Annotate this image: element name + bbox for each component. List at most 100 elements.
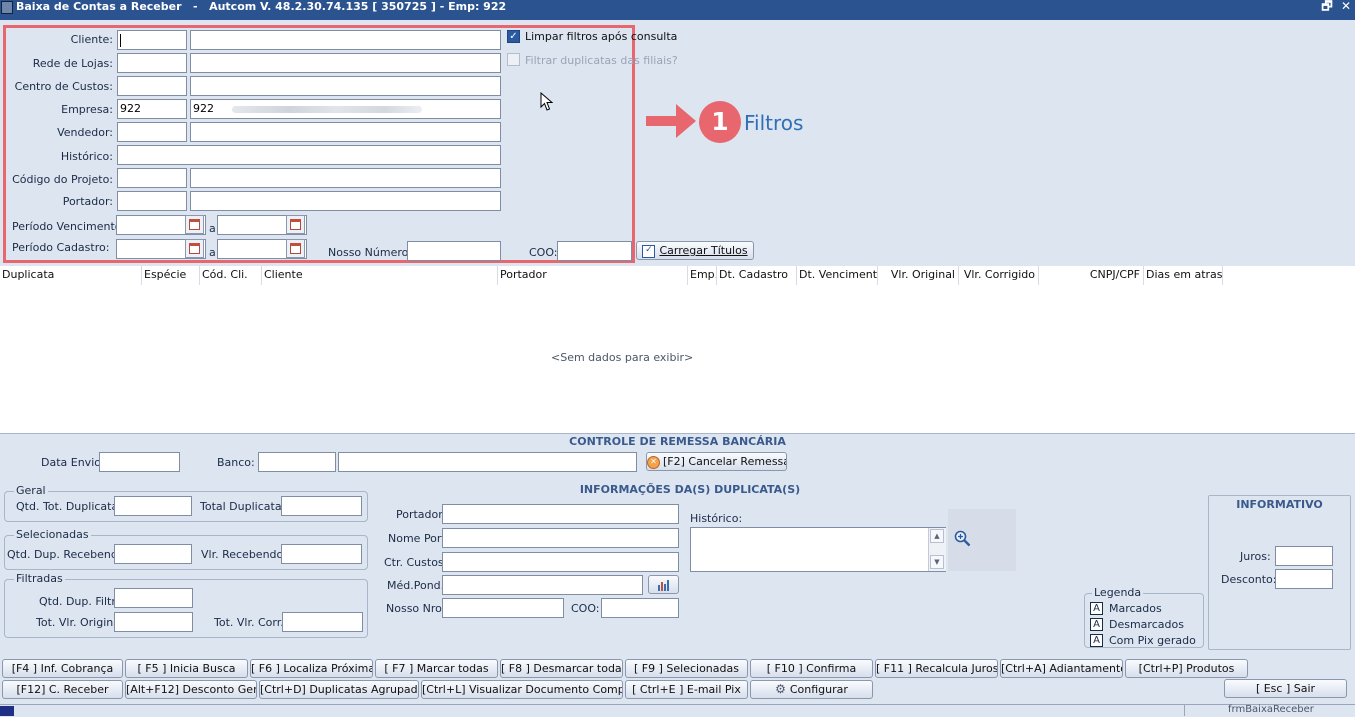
filtrar-filiais-checkbox[interactable] — [507, 53, 520, 66]
scroll-down-icon[interactable]: ▼ — [930, 555, 944, 569]
adiantamento-button[interactable]: [Ctrl+A] Adiantamento — [1000, 659, 1123, 678]
projeto-name-input[interactable] — [190, 168, 501, 188]
desconto-label: Desconto: — [1221, 573, 1277, 586]
calendar-icon[interactable] — [286, 215, 305, 234]
limpar-filtros-checkbox[interactable]: ✓ — [507, 30, 520, 43]
historico-input[interactable] — [117, 145, 501, 165]
data-envio-label: Data Envio: — [41, 456, 105, 469]
qtd-dup-recebendo-label: Qtd. Dup. Recebendo: — [7, 548, 129, 561]
vendedor-name-input[interactable] — [190, 122, 501, 142]
localiza-proxima-button[interactable]: [ F6 ] Localiza Próxima — [250, 659, 373, 678]
cancelar-remessa-button[interactable]: ✕ [F2] Cancelar Remessa — [646, 452, 787, 471]
calendar-icon[interactable] — [185, 239, 204, 258]
c-receber-button[interactable]: [F12] C. Receber — [2, 680, 123, 699]
total-duplicatas-input[interactable] — [281, 496, 362, 516]
desconto-geral-button[interactable]: [Alt+F12] Desconto Geral — [125, 680, 257, 699]
med-pond-input[interactable] — [442, 575, 643, 595]
nome-port-input[interactable] — [442, 528, 679, 548]
col-vlr-corrigido[interactable]: Vlr. Corrigido — [959, 266, 1039, 285]
med-pond-label: Méd.Pond.: — [387, 579, 448, 592]
info-coo-input[interactable] — [601, 598, 679, 618]
rede-name-input[interactable] — [190, 53, 501, 73]
qtd-dup-filtro-input[interactable] — [114, 588, 193, 608]
email-pix-button[interactable]: [ Ctrl+E ] E-mail Pix — [625, 680, 748, 699]
col-cliente[interactable]: Cliente — [262, 266, 498, 285]
centro-custos-name-input[interactable] — [190, 76, 501, 96]
vlr-recebendo-input[interactable] — [281, 544, 362, 564]
cliente-code-input[interactable] — [117, 30, 187, 50]
data-envio-input[interactable] — [99, 452, 180, 472]
coo-label: COO: — [529, 246, 558, 259]
restore-window-icon[interactable]: 🗗 — [1320, 0, 1334, 14]
inicia-busca-button[interactable]: [ F5 ] Inicia Busca — [125, 659, 248, 678]
portador-label: Portador: — [62, 195, 113, 208]
configurar-button[interactable]: ⚙ Configurar — [750, 680, 873, 699]
col-cod-cli[interactable]: Cód. Cli. — [200, 266, 262, 285]
chart-button[interactable] — [648, 575, 679, 594]
carregar-titulos-button[interactable]: ✓ Carregar Títulos — [636, 241, 754, 260]
info-duplicatas-title: INFORMAÇÕES DA(S) DUPLICATA(S) — [579, 483, 801, 496]
visualizar-documento-button[interactable]: [Ctrl+L] Visualizar Documento Completo — [421, 680, 623, 699]
scroll-up-icon[interactable]: ▲ — [930, 529, 944, 543]
info-portador-input[interactable] — [442, 504, 679, 524]
calendar-icon[interactable] — [286, 239, 305, 258]
tot-vlr-original-input[interactable] — [114, 612, 193, 632]
confirma-button[interactable]: [ F10 ] Confirma — [750, 659, 873, 678]
tot-vlr-corr-label: Tot. Vlr. Corr.: — [214, 616, 288, 629]
calendar-icon[interactable] — [185, 215, 204, 234]
col-portador[interactable]: Portador — [498, 266, 688, 285]
info-historico-label: Histórico: — [690, 512, 743, 525]
col-dt-cadastro[interactable]: Dt. Cadastro — [717, 266, 797, 285]
nosso-nro-input[interactable] — [442, 598, 564, 618]
remessa-section-title: CONTROLE DE REMESSA BANCÁRIA — [569, 435, 786, 448]
col-dias-atraso[interactable]: Dias em atraso — [1144, 266, 1223, 285]
rede-code-input[interactable] — [117, 53, 187, 73]
desconto-input[interactable] — [1275, 569, 1333, 589]
zoom-in-icon[interactable] — [954, 530, 971, 547]
juros-input[interactable] — [1275, 546, 1333, 566]
centro-custos-code-input[interactable] — [117, 76, 187, 96]
col-dt-vencimento[interactable]: Dt. Vencimento — [797, 266, 878, 285]
col-duplicata[interactable]: Duplicata — [0, 266, 142, 285]
col-cnpj-cpf[interactable]: CNPJ/CPF — [1039, 266, 1144, 285]
selecionadas-button[interactable]: [ F9 ] Selecionadas — [625, 659, 748, 678]
info-portador-label: Portador: — [396, 508, 447, 521]
qtd-dup-recebendo-input[interactable] — [114, 544, 192, 564]
col-emp[interactable]: Emp. — [688, 266, 717, 285]
selecionadas-title: Selecionadas — [14, 528, 91, 541]
col-especie[interactable]: Espécie — [142, 266, 200, 285]
portador-code-input[interactable] — [117, 191, 187, 211]
empresa-code-input[interactable]: 922 — [117, 99, 187, 119]
qtd-tot-duplicatas-input[interactable] — [114, 496, 192, 516]
duplicatas-grid-body[interactable]: <Sem dados para exibir> — [0, 285, 1355, 434]
desmarcar-todas-button[interactable]: [ F8 ] Desmarcar todas — [500, 659, 623, 678]
recalcula-juros-button[interactable]: [ F11 ] Recalcula Juros — [875, 659, 998, 678]
portador-name-input[interactable] — [190, 191, 501, 211]
legend-swatch-marcados: A — [1090, 602, 1103, 615]
coo-input[interactable] — [557, 241, 632, 261]
produtos-button[interactable]: [Ctrl+P] Produtos — [1125, 659, 1248, 678]
duplicatas-agrupadas-button[interactable]: [Ctrl+D] Duplicatas Agrupadas — [259, 680, 419, 699]
sair-button[interactable]: [ Esc ] Sair — [1224, 679, 1347, 698]
vendedor-code-input[interactable] — [117, 122, 187, 142]
projeto-label: Código do Projeto: — [12, 173, 113, 186]
annotation-number-badge: 1 — [699, 101, 741, 143]
cliente-name-input[interactable] — [190, 30, 501, 50]
legend-label-pix: Com Pix gerado — [1109, 634, 1196, 647]
ctr-custos-label: Ctr. Custos: — [384, 556, 448, 569]
projeto-code-input[interactable] — [117, 168, 187, 188]
nosso-numero-input[interactable] — [407, 241, 501, 261]
vencimento-a-label: a — [209, 222, 216, 235]
empresa-label: Empresa: — [61, 103, 113, 116]
historico-scrollbar[interactable]: ▲ ▼ — [928, 528, 946, 571]
info-historico-textarea[interactable] — [690, 527, 946, 572]
marcar-todas-button[interactable]: [ F7 ] Marcar todas — [375, 659, 498, 678]
banco-code-input[interactable] — [258, 452, 336, 472]
col-vlr-original[interactable]: Vlr. Original — [878, 266, 959, 285]
banco-name-input[interactable] — [338, 452, 637, 472]
close-window-icon[interactable]: ✕ — [1339, 0, 1353, 14]
inf-cobranca-button[interactable]: [F4 ] Inf. Cobrança — [2, 659, 123, 678]
ctr-custos-input[interactable] — [442, 552, 679, 572]
empresa-name-input[interactable]: 922 — [190, 99, 501, 119]
tot-vlr-corr-input[interactable] — [282, 612, 363, 632]
